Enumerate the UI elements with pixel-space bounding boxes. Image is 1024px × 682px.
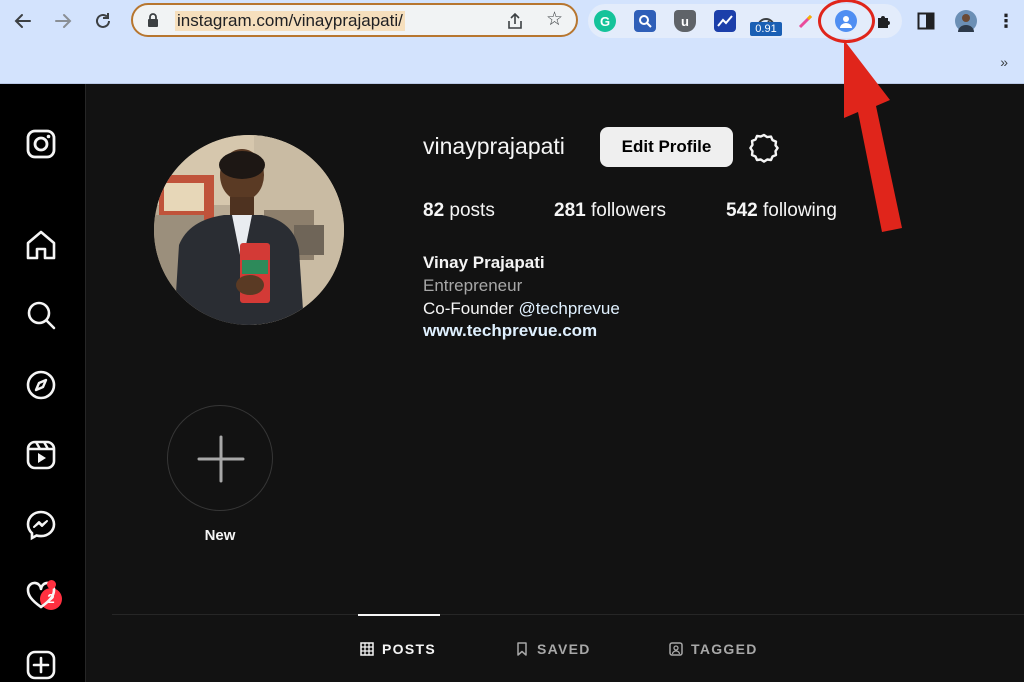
side-panel-icon: [917, 12, 935, 30]
profile-website-link[interactable]: www.techprevue.com: [423, 321, 597, 341]
following-count: 542: [726, 200, 758, 221]
search-icon[interactable]: [23, 297, 59, 333]
person-avatar-icon: [958, 14, 974, 32]
grid-icon: [360, 642, 374, 656]
annotation-arrow: [844, 40, 902, 232]
edit-profile-button[interactable]: Edit Profile: [600, 127, 733, 167]
forward-button[interactable]: [48, 6, 78, 36]
bookmark-icon: [517, 642, 527, 656]
posts-stat: 82 posts: [423, 200, 495, 222]
bookmark-star-icon[interactable]: ☆: [546, 9, 563, 31]
magnifier-icon: [639, 15, 652, 28]
active-tab-indicator: [358, 614, 440, 616]
profile-full-name: Vinay Prajapati: [423, 253, 545, 272]
url-text[interactable]: instagram.com/vinayprajapati/: [175, 11, 405, 31]
back-arrow-icon: [14, 14, 31, 28]
reels-icon[interactable]: [23, 437, 59, 473]
back-button[interactable]: [8, 6, 38, 36]
extension-badge: 0.91: [750, 22, 782, 36]
tabs-divider: [112, 614, 1024, 615]
profile-category: Entrepreneur: [423, 276, 523, 295]
reload-button[interactable]: [88, 6, 118, 36]
tagged-person-icon: [669, 642, 683, 656]
following-stat[interactable]: 542 following: [726, 200, 837, 222]
profile-photo: [154, 135, 344, 325]
instagram-logo-icon[interactable]: [23, 126, 59, 162]
address-bar[interactable]: instagram.com/vinayprajapati/ ☆: [131, 3, 578, 37]
ublock-extension-icon[interactable]: u: [674, 10, 696, 32]
bookmarks-overflow-button[interactable]: »: [1000, 54, 1008, 70]
search-extension-icon[interactable]: [634, 10, 656, 32]
messenger-icon[interactable]: [23, 507, 59, 543]
side-panel-button[interactable]: [915, 10, 937, 32]
settings-gear-icon[interactable]: [748, 132, 780, 164]
new-highlight-label: New: [204, 527, 236, 544]
analytics-extension-icon[interactable]: [714, 10, 736, 32]
tab-tagged[interactable]: TAGGED: [669, 641, 758, 657]
extensions-puzzle-icon[interactable]: [873, 10, 895, 32]
trend-icon: [717, 15, 733, 27]
followers-stat[interactable]: 281 followers: [554, 200, 666, 222]
create-plus-icon[interactable]: [23, 647, 59, 682]
following-label: following: [762, 200, 837, 221]
notification-dot: [47, 580, 56, 589]
share-icon[interactable]: [506, 12, 524, 30]
profile-avatar[interactable]: [955, 10, 977, 32]
lock-icon: [148, 13, 158, 27]
posts-count: 82: [423, 200, 445, 221]
color-picker-extension-icon[interactable]: [795, 10, 817, 32]
tab-posts[interactable]: POSTS: [360, 641, 436, 657]
followers-count: 281: [554, 200, 586, 221]
tab-saved[interactable]: SAVED: [515, 641, 591, 657]
tab-saved-label: SAVED: [537, 641, 591, 657]
plus-icon: [197, 435, 245, 483]
new-highlight-button[interactable]: [167, 405, 273, 511]
profile-avatar-image[interactable]: [154, 135, 344, 325]
instagram-sidebar: 2: [0, 84, 86, 682]
explore-compass-icon[interactable]: [23, 367, 59, 403]
home-icon[interactable]: [23, 227, 59, 263]
annotation-circle: [818, 0, 875, 43]
followers-label: followers: [590, 200, 666, 221]
tab-tagged-label: TAGGED: [691, 641, 758, 657]
posts-label: posts: [449, 200, 495, 221]
profile-bio-line: Co-Founder @techprevue: [423, 299, 620, 319]
tab-posts-label: POSTS: [382, 641, 436, 657]
grammarly-extension-icon[interactable]: G: [594, 10, 616, 32]
pen-icon: [798, 14, 813, 29]
puzzle-icon: [878, 16, 890, 28]
profile-username: vinayprajapati: [423, 133, 565, 159]
browser-menu-icon[interactable]: ⋮: [995, 10, 1017, 32]
forward-arrow-icon: [55, 14, 72, 28]
reload-icon: [96, 13, 110, 28]
bio-line-prefix: Co-Founder: [423, 299, 519, 318]
bio-mention-link[interactable]: @techprevue: [518, 299, 619, 318]
